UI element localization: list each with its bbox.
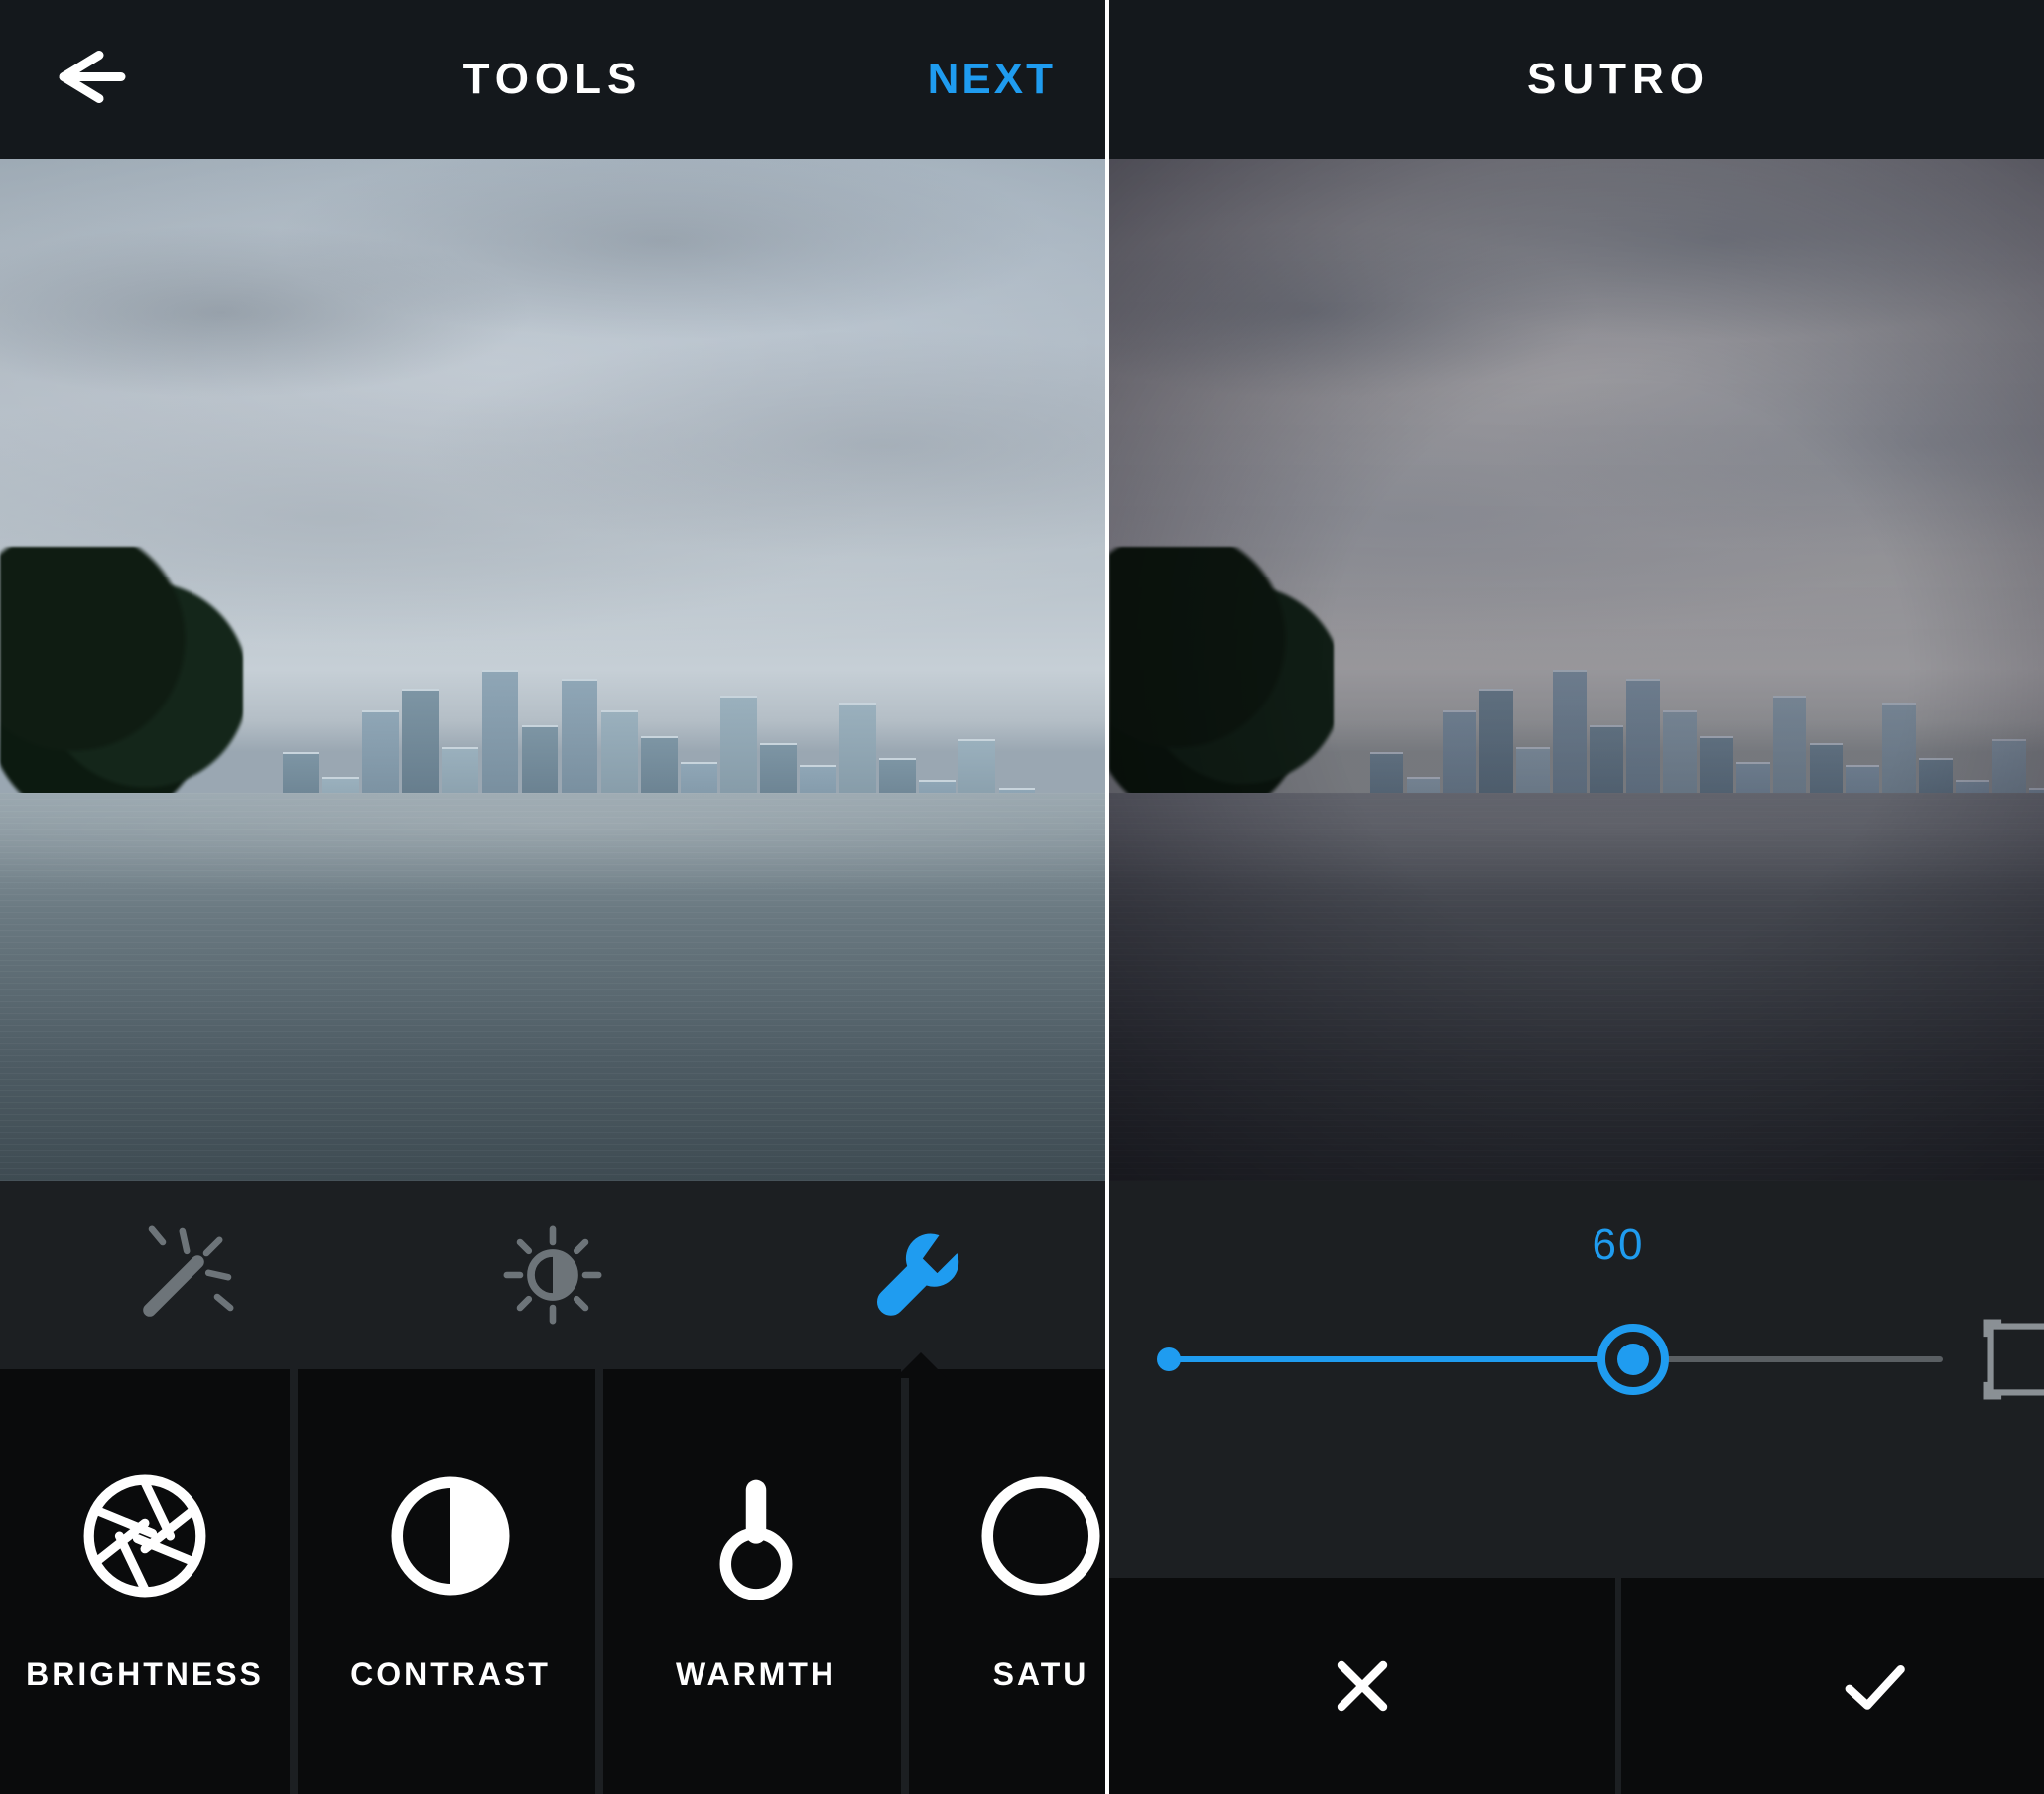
cancel-button[interactable]	[1109, 1578, 1621, 1794]
magic-wand-icon	[130, 1220, 239, 1330]
edit-mode-tabs	[0, 1181, 1105, 1369]
header-title: SUTRO	[1527, 55, 1710, 104]
aperture-icon	[80, 1472, 209, 1601]
thermometer-icon	[692, 1472, 821, 1601]
check-icon	[1835, 1651, 1914, 1721]
tool-warmth[interactable]: WARMTH	[611, 1369, 909, 1794]
saturation-icon	[976, 1472, 1105, 1601]
screen-tools: TOOLS NEXT	[0, 0, 1109, 1794]
slider-thumb[interactable]	[1597, 1324, 1669, 1395]
confirm-bar	[1109, 1578, 2044, 1794]
tab-tools[interactable]	[861, 1216, 980, 1335]
tool-brightness[interactable]: BRIGHTNESS	[0, 1369, 298, 1794]
header: TOOLS NEXT	[0, 0, 1105, 159]
lux-icon	[498, 1220, 607, 1330]
photo-preview[interactable]	[0, 159, 1105, 1181]
tool-saturation[interactable]: SATU	[917, 1369, 1105, 1794]
frame-icon	[1980, 1316, 2044, 1403]
tools-row[interactable]: BRIGHTNESS CONTRAST WARMTH	[0, 1369, 1105, 1794]
close-icon	[1328, 1651, 1397, 1721]
photo-preview[interactable]	[1109, 159, 2044, 1181]
tool-label: CONTRAST	[350, 1656, 551, 1693]
back-button[interactable]	[50, 48, 129, 112]
tool-contrast[interactable]: CONTRAST	[306, 1369, 603, 1794]
confirm-button[interactable]	[1621, 1578, 2044, 1794]
tool-label: SATU	[993, 1656, 1089, 1693]
screen-filter-strength: SUTRO	[1109, 0, 2044, 1794]
filter-strength-panel: 60	[1109, 1181, 2044, 1578]
frame-toggle[interactable]	[1980, 1316, 2044, 1403]
slider-value-label: 60	[1169, 1220, 2044, 1270]
contrast-icon	[386, 1472, 515, 1601]
wrench-icon	[866, 1220, 975, 1330]
tab-auto-enhance[interactable]	[125, 1216, 244, 1335]
tool-label: BRIGHTNESS	[26, 1656, 264, 1693]
arrow-left-icon	[50, 48, 129, 107]
tab-lux[interactable]	[493, 1216, 612, 1335]
filter-strength-slider[interactable]	[1169, 1324, 1943, 1395]
tool-label: WARMTH	[676, 1656, 836, 1693]
next-button[interactable]: NEXT	[928, 55, 1056, 104]
header-title: TOOLS	[463, 55, 643, 104]
header: SUTRO	[1109, 0, 2044, 159]
